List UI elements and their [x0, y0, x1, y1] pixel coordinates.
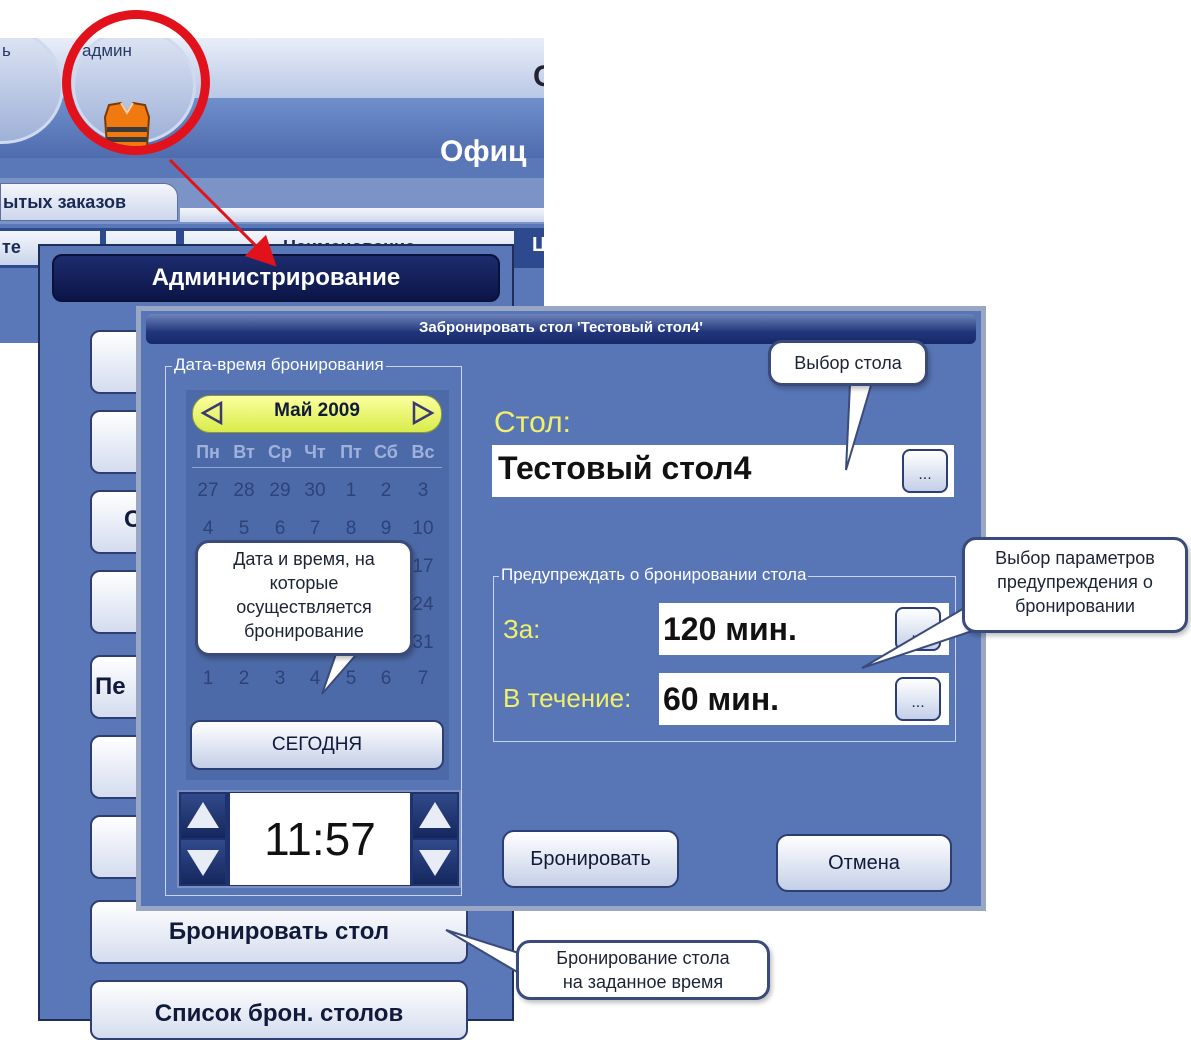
annotation-overlay: [168, 158, 992, 978]
callout-warning-line-3: бронировании: [1015, 596, 1135, 616]
callout-warning-line-1: Выбор параметров: [995, 548, 1155, 568]
callout-datetime: Дата и время, на которые осуществляется …: [195, 540, 413, 656]
callout-datetime-line-4: бронирование: [244, 621, 364, 641]
book-callout-pointer: [445, 929, 526, 978]
callout-datetime-line-1: Дата и время, на: [233, 549, 375, 569]
callout-warning: Выбор параметров предупреждения о бронир…: [962, 537, 1188, 633]
highlight-arrow: [168, 158, 277, 267]
callout-booking-line-1: Бронирование стола: [556, 948, 730, 968]
callout-booking: Бронирование стола на заданное время: [516, 940, 770, 1000]
callout-warning-line-2: предупреждения о: [997, 572, 1153, 592]
callout-datetime-line-2: которые: [269, 573, 339, 593]
table-callout-pointer: [845, 380, 874, 471]
callout-booking-line-2: на заданное время: [562, 972, 724, 992]
callout-datetime-line-3: осуществляется: [236, 597, 372, 617]
callout-table-choice: Выбор стола: [768, 340, 928, 386]
